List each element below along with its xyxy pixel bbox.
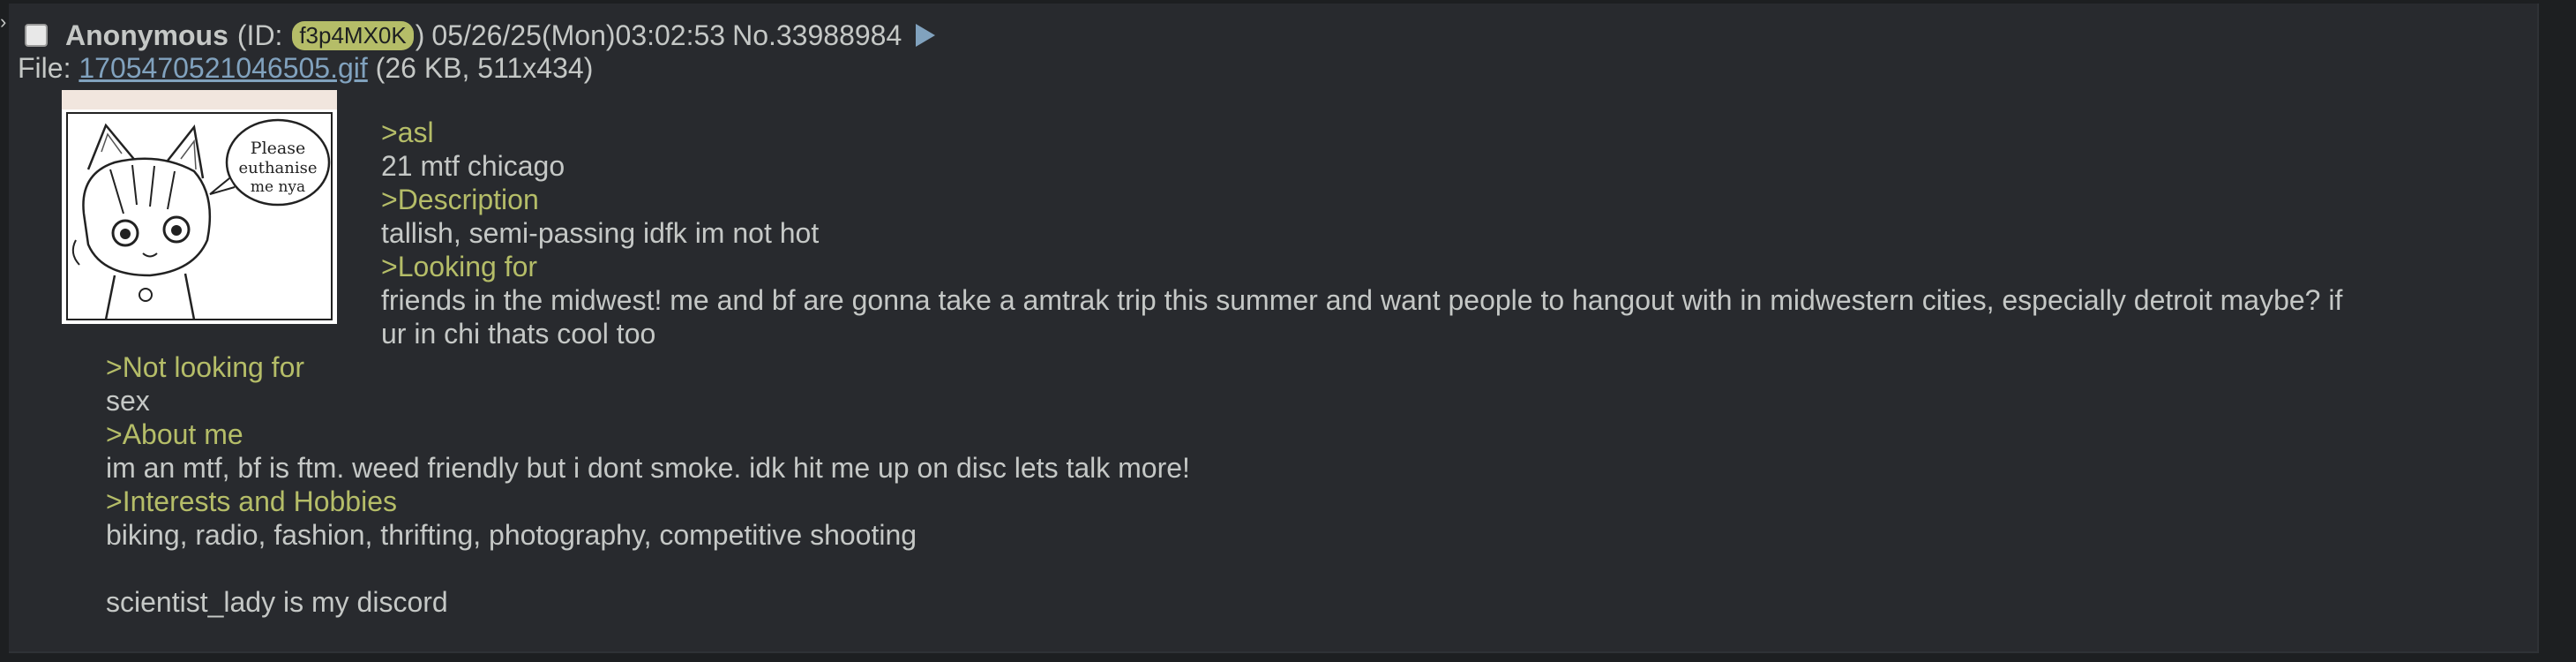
bubble-text-line1: Please <box>251 139 305 158</box>
file-thumbnail[interactable]: Please euthanise me nya <box>62 90 337 324</box>
bubble-text-line2: euthanise <box>238 159 317 177</box>
id-suffix: ) <box>415 19 425 51</box>
reply-arrow-icon: › <box>0 11 7 33</box>
greentext-line: >Looking for <box>381 251 538 282</box>
post-info: Anonymous (ID: f3p4MX0K) 05/26/25(Mon)03… <box>25 16 936 55</box>
message-line: sex <box>106 385 150 417</box>
post-message-bottom: >Not looking for sex >About me im an mtf… <box>106 350 1190 619</box>
id-badge[interactable]: f3p4MX0K <box>292 20 414 50</box>
poster-id: (ID: f3p4MX0K) <box>237 19 425 52</box>
poster-name: Anonymous <box>65 19 228 51</box>
message-line: 21 mtf chicago <box>381 150 565 182</box>
message-line: scientist_lady is my discord <box>106 586 448 618</box>
message-line: im an mtf, bf is ftm. weed friendly but … <box>106 452 1190 484</box>
greentext-line: >asl <box>381 117 434 148</box>
file-label: File: <box>18 52 79 84</box>
greentext-line: >About me <box>106 418 243 450</box>
bubble-text-line3: me nya <box>251 178 305 196</box>
message-line: biking, radio, fashion, thrifting, photo… <box>106 519 917 551</box>
file-info: File: 1705470521046505.gif (26 KB, 511x4… <box>18 52 593 85</box>
id-prefix: (ID: <box>236 19 291 51</box>
reply-post: Anonymous (ID: f3p4MX0K) 05/26/25(Mon)03… <box>9 4 2539 653</box>
post-menu-arrow-icon[interactable] <box>916 24 936 47</box>
greentext-line: >Interests and Hobbies <box>106 485 397 517</box>
greentext-line: >Description <box>381 184 539 215</box>
catgirl-drawing-image: Please euthanise me nya <box>62 90 337 324</box>
page-background: › Anonymous (ID: f3p4MX0K) 05/26/25(Mon)… <box>0 0 2576 662</box>
greentext-line: >Not looking for <box>106 351 305 383</box>
file-link[interactable]: 1705470521046505.gif <box>79 52 367 84</box>
post-message-top: >asl 21 mtf chicago >Description tallish… <box>381 116 2342 350</box>
message-line: ur in chi thats cool too <box>381 318 656 350</box>
file-meta: (26 KB, 511x434) <box>375 52 594 84</box>
post-date: 05/26/25(Mon)03:02:53 <box>431 19 726 51</box>
message-line: friends in the midwest! me and bf are go… <box>381 284 2343 316</box>
post-select-checkbox[interactable] <box>25 24 48 47</box>
message-line: tallish, semi-passing idfk im not hot <box>381 217 820 249</box>
post-number-link[interactable]: No.33988984 <box>732 19 902 52</box>
